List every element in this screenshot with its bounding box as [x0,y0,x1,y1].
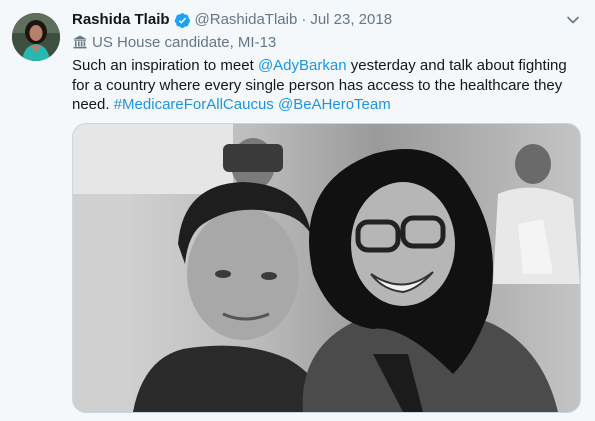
election-label-text: US House candidate, MI-13 [92,33,277,51]
author-name[interactable]: Rashida Tlaib [72,10,170,30]
tweet-date[interactable]: Jul 23, 2018 [310,10,392,30]
photo-image [73,124,580,412]
avatar[interactable] [12,13,60,61]
tweet-header: Rashida Tlaib @RashidaTlaib · Jul 23, 20… [72,10,585,30]
verified-badge-icon [174,12,191,29]
election-label: US House candidate, MI-13 [72,32,276,52]
tweet-text-part: Such an inspiration to meet [72,57,258,74]
chevron-down-icon[interactable] [565,12,581,28]
tweet-photo[interactable] [72,123,581,413]
avatar-image [12,13,60,61]
separator-dot: · [301,11,307,28]
author-handle[interactable]: @RashidaTlaib [195,10,298,30]
mention-link[interactable]: @BeAHeroTeam [278,96,391,113]
mention-link[interactable]: @AdyBarkan [258,57,347,74]
tweet[interactable]: Rashida Tlaib @RashidaTlaib · Jul 23, 20… [0,0,595,421]
government-building-icon [73,35,87,49]
tweet-text: Such an inspiration to meet @AdyBarkan y… [72,56,577,115]
hashtag-link[interactable]: #MedicareForAllCaucus [114,96,274,113]
